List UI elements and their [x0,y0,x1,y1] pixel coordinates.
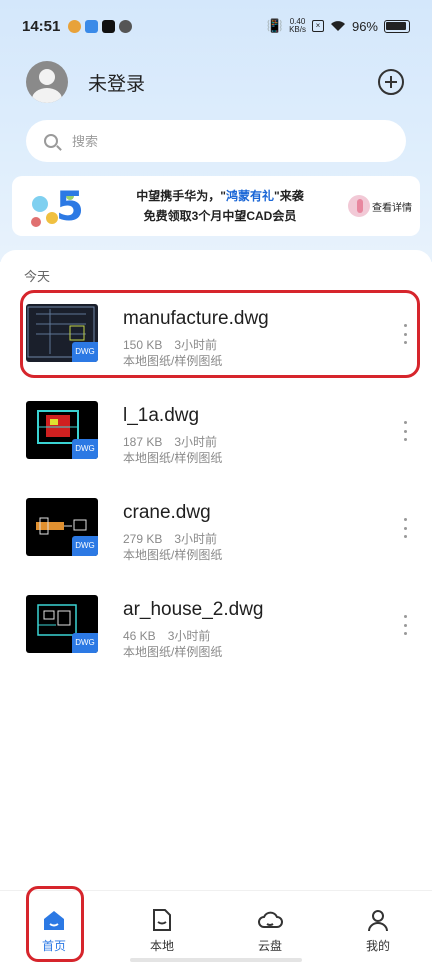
file-size: 46 KB [123,629,156,643]
login-status[interactable]: 未登录 [88,69,145,96]
file-size: 279 KB [123,532,163,546]
net-speed-unit: KB/s [289,25,306,34]
file-meta: 187 KB 3小时前 [123,433,217,450]
file-time: 3小时前 [167,629,211,643]
dwg-badge: DWG [72,633,98,653]
net-speed: 0.40 KB/s [289,18,306,34]
list-item[interactable]: DWG crane.dwg 279 KB 3小时前 本地图纸/样例图纸 [0,498,432,584]
tiktok-icon [102,19,116,33]
battery-icon [384,19,410,33]
avatar-body [32,88,62,103]
annotation-highlight [20,290,420,378]
banner-cta[interactable]: 查看详情 [348,195,420,217]
nav-mine[interactable]: 我的 [324,891,432,964]
local-file-icon [153,909,171,931]
file-size: 187 KB [123,435,163,449]
search-input[interactable] [72,133,372,149]
more-options-icon[interactable] [402,615,408,635]
banner-cta-label: 查看详情 [372,202,412,214]
battery-percent: 96% [351,18,378,34]
file-time: 3小时前 [174,435,218,449]
file-location: 本地图纸/样例图纸 [123,451,223,465]
cloud-icon [258,911,283,928]
annotation-highlight-nav [26,886,84,962]
search-icon [44,134,58,148]
banner-art: 5 [12,176,92,236]
banner-line1: 中望携手华为，"鸿蒙有礼"来袭 [92,186,348,206]
balloons-icon: 5 [31,184,84,230]
status-time: 14:51 [22,17,61,35]
more-options-icon[interactable] [402,421,408,441]
vibrate-icon: 📳 [266,18,284,33]
nav-local[interactable]: 本地 [108,891,216,964]
file-location: 本地图纸/样例图纸 [123,548,223,562]
file-thumbnail: DWG [26,498,98,556]
tap-hand-icon [348,195,370,217]
banner-number: 5 [56,184,84,230]
status-right: 📳 0.40 KB/s × 96% [267,18,410,34]
file-location: 本地图纸/样例图纸 [123,645,223,659]
sim-x-icon: × [311,20,324,32]
dwg-badge: DWG [72,439,98,459]
status-bar: 14:51 📳 0.40 KB/s × 96% [0,0,432,52]
person-icon [368,910,388,932]
file-name: ar_house_2.dwg [123,599,264,620]
add-icon[interactable] [378,69,404,95]
status-app-icons [68,19,133,33]
file-meta: 279 KB 3小时前 [123,530,217,547]
promo-banner[interactable]: 5 中望携手华为，"鸿蒙有礼"来袭 免费领取3个月中望CAD会员 查看详情 [12,176,420,236]
banner-line2: 免费领取3个月中望CAD会员 [143,209,297,223]
nav-local-label: 本地 [149,939,174,953]
file-meta: 46 KB 3小时前 [123,627,210,644]
list-item[interactable]: DWG l_1a.dwg 187 KB 3小时前 本地图纸/样例图纸 [0,401,432,487]
avatar[interactable] [26,61,68,103]
banner-text: 中望携手华为，"鸿蒙有礼"来袭 免费领取3个月中望CAD会员 [92,186,348,226]
wifi-icon [330,21,345,31]
fan-icon [119,19,133,33]
nav-mine-label: 我的 [365,939,390,953]
weibo-icon [68,19,82,33]
section-label: 今天 [24,269,51,284]
app-icon [85,19,99,33]
file-time: 3小时前 [174,532,218,546]
list-item[interactable]: DWG ar_house_2.dwg 46 KB 3小时前 本地图纸/样例图纸 [0,595,432,681]
file-name: l_1a.dwg [123,405,200,426]
more-options-icon[interactable] [402,518,408,538]
banner-line1-pre: 中望携手华为，" [136,189,226,203]
avatar-head [39,69,55,85]
file-name: crane.dwg [123,502,211,523]
file-thumbnail: DWG [26,595,98,653]
file-thumbnail: DWG [26,401,98,459]
banner-line1-highlight: 鸿蒙有礼 [225,189,274,203]
search-bar[interactable] [26,120,406,162]
banner-line1-post: "来袭 [274,189,304,203]
nav-cloud-label: 云盘 [257,939,282,953]
nav-cloud[interactable]: 云盘 [216,891,324,964]
header: 未登录 [26,60,410,104]
dwg-badge: DWG [72,536,98,556]
gesture-bar[interactable] [130,958,302,962]
